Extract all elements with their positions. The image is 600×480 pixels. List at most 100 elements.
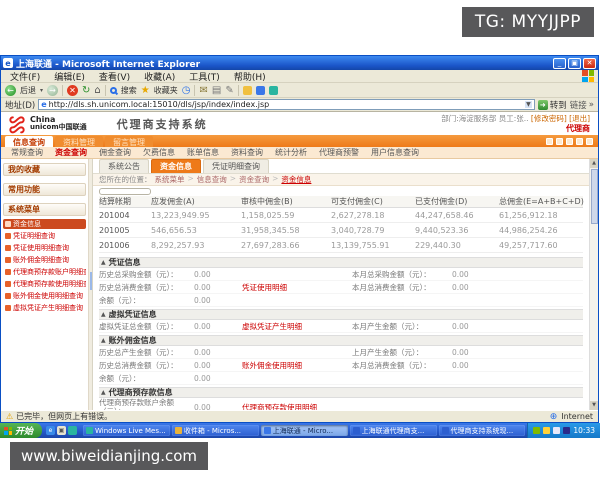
tray-shield-icon[interactable] (533, 427, 540, 434)
task-button[interactable]: Windows Live Mes... (83, 425, 170, 436)
history-icon[interactable]: ◷ (182, 85, 191, 96)
folder-icon[interactable] (243, 86, 252, 95)
primary-nav-tab[interactable]: 留言管理 (105, 136, 153, 147)
back-icon[interactable]: ← (5, 85, 16, 96)
print-icon[interactable]: ▤ (212, 85, 221, 96)
edit-icon[interactable]: ✎ (225, 85, 233, 96)
detail-link[interactable]: 账外佣金使用明细 (242, 360, 352, 371)
breadcrumb-link[interactable]: 资金查询 (239, 174, 269, 185)
sidebar-menu-item[interactable]: 虚拟凭证产生明细查询 (3, 303, 86, 313)
sidebar-section-favorites[interactable]: 我的收藏 (3, 163, 86, 176)
favorites-star-icon[interactable]: ★ (141, 85, 150, 96)
search-icon[interactable] (110, 87, 117, 94)
home-icon[interactable]: ⌂ (94, 85, 100, 96)
detail-link[interactable]: 代理商预存款使用明细 (242, 402, 352, 411)
collapse-triangle-icon[interactable]: ▲ (101, 337, 106, 344)
address-url: http://dls.sh.unicom.local:15010/dls/jsp… (49, 100, 270, 109)
nav-icon-5[interactable] (586, 138, 593, 145)
sidebar-menu-item[interactable]: 账外佣金明细查询 (3, 255, 86, 265)
restore-button[interactable]: ▣ (568, 58, 581, 69)
secondary-nav-item[interactable]: 代理商预警 (313, 147, 365, 158)
menu-item[interactable]: 编辑(E) (47, 70, 92, 83)
breadcrumb-link[interactable]: 系统菜单 (155, 174, 185, 185)
nav-icon-2[interactable] (556, 138, 563, 145)
tray-volume-icon[interactable] (553, 427, 560, 434)
scrollbar-thumb[interactable] (591, 169, 598, 224)
secondary-nav-item[interactable]: 常规查询 (5, 147, 49, 158)
main-tab[interactable]: 系统公告 (99, 159, 149, 173)
secondary-nav-item[interactable]: 欠费信息 (137, 147, 181, 158)
menu-item[interactable]: 文件(F) (3, 70, 47, 83)
collapse-triangle-icon[interactable]: ▲ (101, 389, 106, 396)
secondary-nav-item[interactable]: 佣金查询 (93, 147, 137, 158)
secondary-nav-item[interactable]: 用户信息查询 (365, 147, 425, 158)
main-tab[interactable]: 凭证明细查询 (203, 159, 269, 173)
task-button[interactable]: 上海联通 - Micro... (261, 425, 348, 436)
menu-item[interactable]: 收藏(A) (137, 70, 182, 83)
logout-link[interactable]: [退出] (569, 114, 590, 123)
sidebar-menu-item[interactable]: 代理商预存款使用明细查询 (3, 279, 86, 289)
status-bar: ⚠ 已完毕，但网页上有错误。 ⊕ Internet (1, 410, 598, 422)
primary-nav-tab[interactable]: 资料管理 (55, 136, 103, 147)
menu-item[interactable]: 查看(V) (92, 70, 137, 83)
window-controls: _ ▣ ✕ (553, 58, 596, 69)
tray-clock[interactable]: 10:33 (573, 426, 595, 435)
quick-desktop-icon[interactable]: ▣ (57, 426, 66, 435)
filter-input[interactable] (99, 188, 151, 195)
scroll-down-icon[interactable]: ▼ (590, 401, 599, 410)
nav-icon-4[interactable] (576, 138, 583, 145)
secondary-nav-item[interactable]: 资料查询 (225, 147, 269, 158)
breadcrumb-link[interactable]: 信息查询 (197, 174, 227, 185)
back-label[interactable]: 后退 (20, 85, 36, 96)
detail-link[interactable]: 虚拟凭证产生明细 (242, 321, 352, 332)
address-dropdown-icon[interactable]: ▼ (525, 101, 532, 108)
close-button[interactable]: ✕ (583, 58, 596, 69)
tray-network-icon[interactable] (563, 427, 570, 434)
refresh-icon[interactable]: ↻ (82, 85, 90, 96)
secondary-nav-item[interactable]: 资金查询 (49, 147, 93, 158)
minimize-button[interactable]: _ (553, 58, 566, 69)
sidebar-menu-item[interactable]: 凭证明细查询 (3, 231, 86, 241)
stop-icon[interactable]: ✕ (67, 85, 78, 96)
scroll-up-icon[interactable]: ▲ (590, 159, 599, 168)
sidebar-menu-item[interactable]: 账外佣金使用明细查询 (3, 291, 86, 301)
sidebar-section-common[interactable]: 常用功能 (3, 183, 86, 196)
sidebar-menu-item[interactable]: 凭证使用明细查询 (3, 243, 86, 253)
favorites-label[interactable]: 收藏夹 (154, 85, 178, 96)
sidebar-splitter[interactable] (89, 159, 93, 410)
menu-item[interactable]: 工具(T) (182, 70, 227, 83)
task-button[interactable]: 收件箱 - Micros... (172, 425, 259, 436)
search-label[interactable]: 搜索 (121, 85, 137, 96)
task-button[interactable]: 代理商支持系统现... (439, 425, 526, 436)
address-input[interactable]: e http://dls.sh.unicom.local:15010/dls/j… (38, 99, 535, 110)
messenger-icon[interactable] (256, 86, 265, 95)
sidebar-menu-item[interactable]: 资金信息 (3, 219, 86, 229)
collapse-triangle-icon[interactable]: ▲ (101, 259, 106, 266)
nav-icon-3[interactable] (566, 138, 573, 145)
forward-icon[interactable]: → (47, 85, 58, 96)
links-menu[interactable]: 链接 » (570, 99, 594, 111)
menu-item[interactable]: 帮助(H) (227, 70, 273, 83)
collapse-triangle-icon[interactable]: ▲ (101, 311, 106, 318)
nav-icon-1[interactable] (546, 138, 553, 145)
detail-link[interactable]: 凭证使用明细 (242, 282, 352, 293)
quick-ie-icon[interactable]: e (46, 426, 55, 435)
task-button[interactable]: 上海联通代理商支... (350, 425, 437, 436)
change-password-link[interactable]: [修改密码] (531, 114, 567, 123)
secondary-nav-item[interactable]: 统计分析 (269, 147, 313, 158)
vertical-scrollbar[interactable]: ▲ ▼ (589, 159, 598, 410)
sidebar-menu-item[interactable]: 代理商预存款账户明细查询 (3, 267, 86, 277)
quick-messenger-icon[interactable] (68, 426, 77, 435)
start-button[interactable]: 开始 (0, 423, 42, 438)
mail-icon[interactable]: ✉ (199, 85, 207, 96)
window-titlebar[interactable]: e 上海联通 - Microsoft Internet Explorer _ ▣… (1, 56, 598, 70)
secondary-nav-item[interactable]: 账单信息 (181, 147, 225, 158)
detail-row: 历史总消费金额（元）： 0.00 账外佣金使用明细 本月总消费金额（元）： 0.… (99, 359, 583, 372)
go-button[interactable]: ➜ 转到 (538, 99, 567, 111)
tray-update-icon[interactable] (543, 427, 550, 434)
back-dropdown-icon[interactable]: ▾ (40, 87, 43, 94)
main-tab[interactable]: 资金信息 (151, 159, 201, 173)
discuss-icon[interactable] (269, 86, 278, 95)
sidebar-section-menu[interactable]: 系统菜单 (3, 203, 86, 216)
primary-nav-tab[interactable]: 信息查询 (5, 136, 53, 147)
